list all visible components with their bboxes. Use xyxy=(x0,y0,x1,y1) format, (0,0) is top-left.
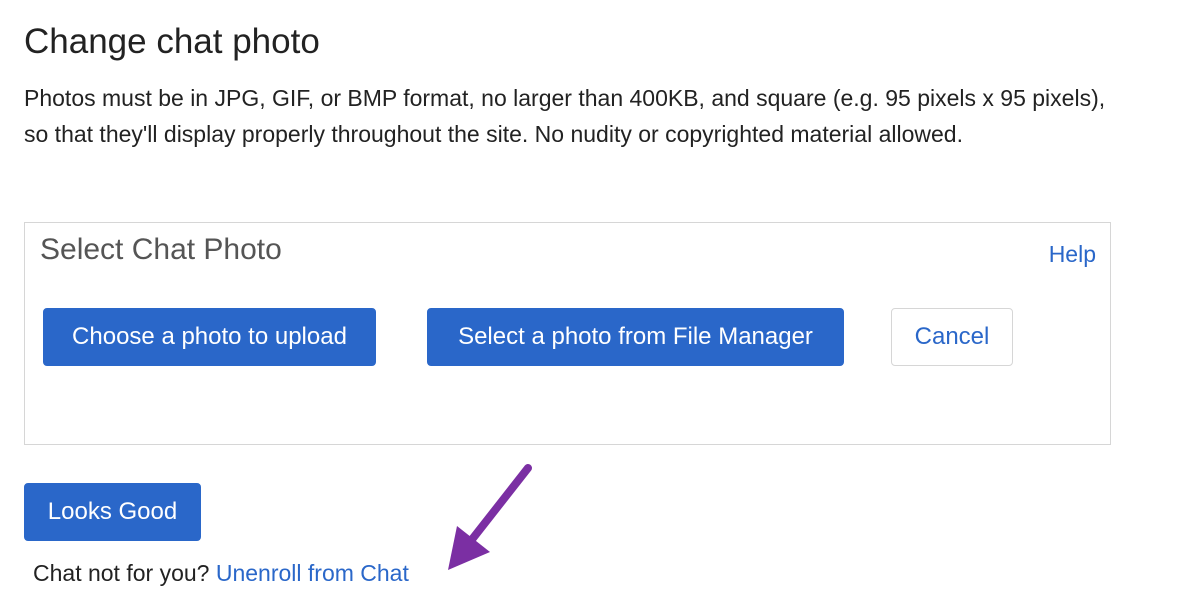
panel-title: Select Chat Photo xyxy=(40,233,282,266)
page-title: Change chat photo xyxy=(24,22,320,61)
unenroll-from-chat-link[interactable]: Unenroll from Chat xyxy=(216,560,409,586)
cancel-button[interactable]: Cancel xyxy=(891,308,1013,366)
select-chat-photo-panel: Select Chat Photo Help Choose a photo to… xyxy=(24,222,1111,445)
arrow-shaft xyxy=(466,464,532,546)
arrow-icon xyxy=(448,464,532,570)
change-chat-photo-page: Change chat photo Photos must be in JPG,… xyxy=(0,0,1189,608)
photo-requirements-text: Photos must be in JPG, GIF, or BMP forma… xyxy=(24,85,1106,147)
choose-photo-upload-button[interactable]: Choose a photo to upload xyxy=(43,308,376,366)
arrow-head xyxy=(448,526,490,570)
looks-good-button[interactable]: Looks Good xyxy=(24,483,201,541)
select-from-file-manager-button[interactable]: Select a photo from File Manager xyxy=(427,308,844,366)
unenroll-prompt: Chat not for you? xyxy=(33,560,210,586)
help-link[interactable]: Help xyxy=(1049,239,1096,269)
unenroll-line: Chat not for you? Unenroll from Chat xyxy=(33,558,409,588)
